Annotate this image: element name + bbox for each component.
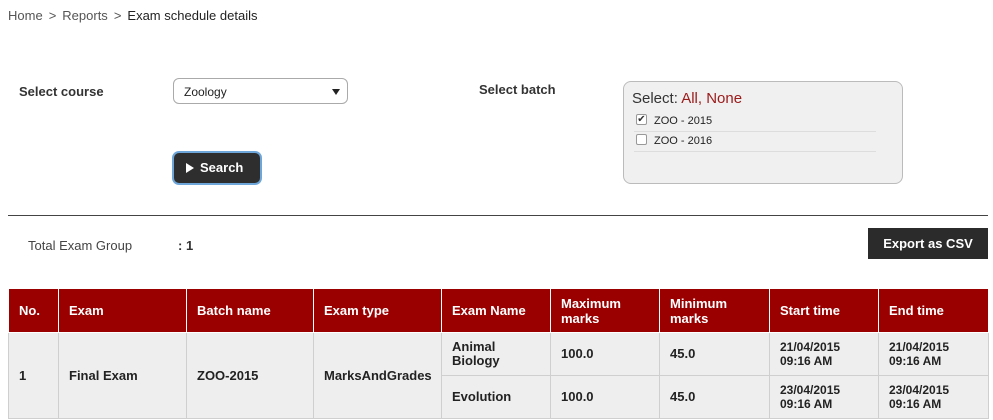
cell-minimum-marks: 45.0 xyxy=(659,332,770,376)
checkbox-checked[interactable]: ✔ xyxy=(636,114,647,125)
search-button-label: Search xyxy=(200,160,244,175)
breadcrumb-separator: > xyxy=(113,8,122,23)
cell-exam-type: MarksAndGrades xyxy=(313,332,443,419)
chevron-down-icon xyxy=(332,89,340,95)
batch-option[interactable]: ZOO - 2016 xyxy=(634,132,876,152)
search-button[interactable]: Search xyxy=(174,153,260,183)
exam-group-table: No. Exam Batch name Exam type 1 Final Ex… xyxy=(8,288,443,419)
table-row: Animal Biology 100.0 45.0 21/04/2015 09:… xyxy=(441,332,989,376)
checkbox-unchecked[interactable] xyxy=(636,134,647,145)
cell-maximum-marks: 100.0 xyxy=(550,332,660,376)
total-exam-group-value: : 1 xyxy=(178,238,194,253)
select-course-label: Select course xyxy=(19,84,104,99)
column-header-minimum-marks: Minimum marks xyxy=(659,288,770,333)
table-header-row: No. Exam Batch name Exam type xyxy=(8,288,443,333)
breadcrumb-current: Exam schedule details xyxy=(127,8,258,23)
column-header-exam: Exam xyxy=(58,288,187,333)
select-batch-label: Select batch xyxy=(479,82,556,97)
export-csv-button[interactable]: Export as CSV xyxy=(868,228,988,259)
table-row: 1 Final Exam ZOO-2015 MarksAndGrades xyxy=(8,332,443,419)
cell-no: 1 xyxy=(8,332,59,419)
cell-maximum-marks: 100.0 xyxy=(550,375,660,419)
breadcrumb-separator: > xyxy=(48,8,57,23)
course-select-value: Zoology xyxy=(184,85,227,99)
table-header-row: Exam Name Maximum marks Minimum marks St… xyxy=(441,288,989,333)
column-header-maximum-marks: Maximum marks xyxy=(550,288,660,333)
cell-exam-name: Animal Biology xyxy=(441,332,551,376)
select-none-link[interactable]: None xyxy=(706,90,742,107)
breadcrumb-home[interactable]: Home xyxy=(8,8,43,23)
batch-select-header: Select: All, None xyxy=(632,90,742,107)
exam-schedule-table: Exam Name Maximum marks Minimum marks St… xyxy=(441,288,989,419)
column-header-exam-type: Exam type xyxy=(313,288,443,333)
play-icon xyxy=(186,163,194,173)
column-header-exam-name: Exam Name xyxy=(441,288,551,333)
cell-batch-name: ZOO-2015 xyxy=(186,332,314,419)
batch-select-prefix: Select: xyxy=(632,90,678,107)
column-header-no: No. xyxy=(8,288,59,333)
cell-exam: Final Exam xyxy=(58,332,187,419)
table-row: Evolution 100.0 45.0 23/04/2015 09:16 AM… xyxy=(441,375,989,419)
breadcrumb-reports[interactable]: Reports xyxy=(62,8,108,23)
cell-minimum-marks: 45.0 xyxy=(659,375,770,419)
cell-end-time: 21/04/2015 09:16 AM xyxy=(878,332,989,376)
batch-option-label: ZOO - 2016 xyxy=(654,135,713,147)
column-header-batch-name: Batch name xyxy=(186,288,314,333)
total-exam-group-label: Total Exam Group xyxy=(28,238,133,253)
course-select[interactable]: Zoology xyxy=(173,78,348,104)
batch-option[interactable]: ✔ ZOO - 2015 xyxy=(634,112,876,132)
column-header-end-time: End time xyxy=(878,288,989,333)
cell-exam-name: Evolution xyxy=(441,375,551,419)
section-divider xyxy=(8,215,988,216)
batch-option-label: ZOO - 2015 xyxy=(654,115,713,127)
cell-end-time: 23/04/2015 09:16 AM xyxy=(878,375,989,419)
breadcrumb: Home > Reports > Exam schedule details xyxy=(8,8,257,23)
column-header-start-time: Start time xyxy=(769,288,879,333)
cell-start-time: 21/04/2015 09:16 AM xyxy=(769,332,879,376)
select-all-link[interactable]: All, xyxy=(681,90,702,107)
cell-start-time: 23/04/2015 09:16 AM xyxy=(769,375,879,419)
batch-select-panel: Select: All, None ✔ ZOO - 2015 ZOO - 201… xyxy=(623,81,903,184)
